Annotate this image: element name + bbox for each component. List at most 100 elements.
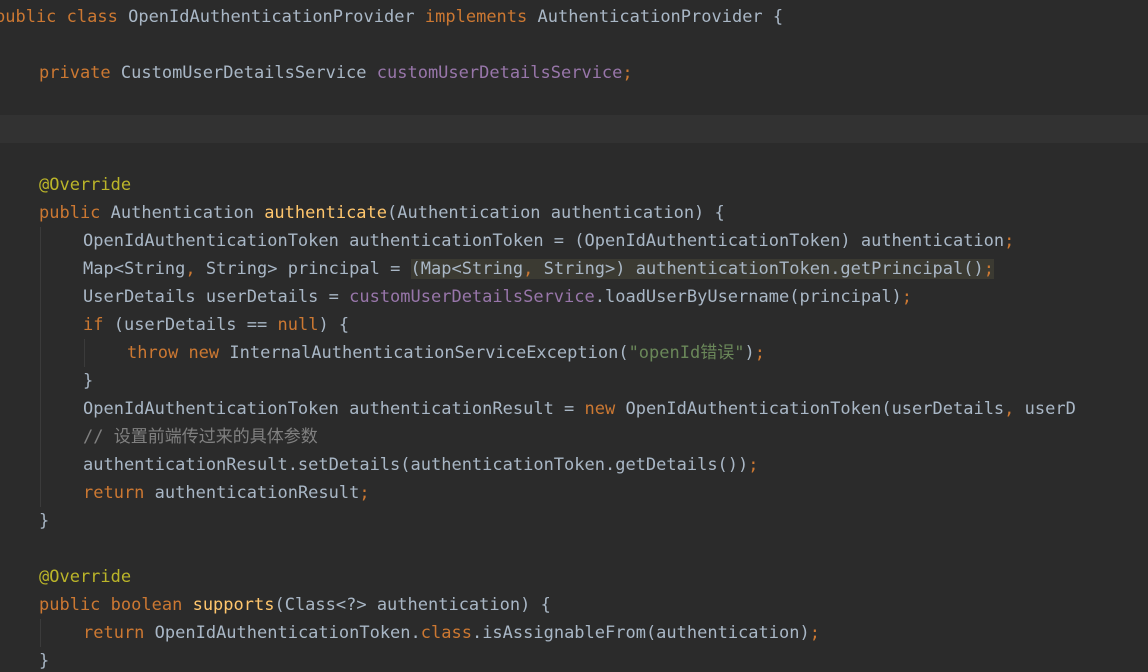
- code-token: OpenIdAuthenticationToken authentication…: [83, 231, 1005, 251]
- code-line[interactable]: throw new InternalAuthenticationServiceE…: [0, 339, 1148, 367]
- code-line[interactable]: @Override: [0, 171, 1148, 199]
- code-line[interactable]: if (userDetails == null) {: [0, 311, 1148, 339]
- code-token: OpenIdAuthenticationProvider: [117, 7, 425, 27]
- code-token: }: [39, 511, 50, 531]
- code-token: public: [0, 7, 57, 27]
- code-line[interactable]: }: [0, 647, 1148, 672]
- code-token: return: [83, 623, 145, 643]
- indent-guide: [40, 227, 41, 507]
- code-line-text: private CustomUserDetailsService customU…: [39, 59, 633, 87]
- code-line-text: if (userDetails == null) {: [83, 311, 349, 339]
- code-line-text: }: [83, 367, 93, 395]
- code-line[interactable]: private CustomUserDetailsService customU…: [0, 59, 1148, 87]
- code-line-text: return OpenIdAuthenticationToken.class.i…: [83, 619, 820, 647]
- code-token: ;: [748, 455, 759, 475]
- code-token: @Override: [39, 175, 132, 195]
- code-token: ,: [523, 259, 534, 279]
- code-token: implements: [424, 7, 528, 27]
- code-line[interactable]: [0, 87, 1148, 115]
- code-token: @Override: [39, 567, 132, 587]
- code-line-text: OpenIdAuthenticationToken authentication…: [83, 227, 1014, 255]
- code-line-text: @Override: [39, 563, 131, 591]
- code-token: if: [83, 315, 104, 335]
- code-token: (Map<String: [410, 259, 524, 279]
- code-token: OpenIdAuthenticationToken.: [144, 623, 421, 643]
- code-token: ) {: [318, 315, 350, 335]
- indent-guide: [40, 619, 41, 647]
- code-token: (userDetails ==: [103, 315, 278, 335]
- code-token: new: [584, 399, 616, 419]
- code-line-text: public boolean supports(Class<?> authent…: [39, 591, 551, 619]
- code-line[interactable]: public class OpenIdAuthenticationProvide…: [0, 3, 1148, 31]
- code-line-text: public class OpenIdAuthenticationProvide…: [0, 3, 783, 31]
- code-token: Map<String: [83, 259, 186, 279]
- code-token: UserDetails userDetails =: [83, 287, 350, 307]
- code-line[interactable]: [0, 31, 1148, 59]
- code-token: OpenIdAuthenticationToken(userDetails: [615, 399, 1005, 419]
- code-token: null: [277, 315, 319, 335]
- code-token: ;: [1004, 231, 1015, 251]
- code-line-text: // 设置前端传过来的具体参数: [83, 423, 318, 451]
- code-line[interactable]: [0, 535, 1148, 563]
- code-line[interactable]: public boolean supports(Class<?> authent…: [0, 591, 1148, 619]
- code-line-text: throw new InternalAuthenticationServiceE…: [127, 339, 765, 367]
- code-token: // 设置前端传过来的具体参数: [83, 427, 318, 447]
- code-token: ,: [1004, 399, 1015, 419]
- indent-guide: [84, 339, 85, 367]
- code-token: class: [420, 623, 472, 643]
- code-token: authenticationResult: [144, 483, 360, 503]
- code-token: ;: [983, 259, 994, 279]
- code-token: AuthenticationProvider {: [527, 7, 784, 27]
- code-token: ;: [754, 343, 765, 363]
- code-line[interactable]: return authenticationResult;: [0, 479, 1148, 507]
- code-line-text: public Authentication authenticate(Authe…: [39, 199, 725, 227]
- code-line[interactable]: public Authentication authenticate(Authe…: [0, 199, 1148, 227]
- code-line[interactable]: UserDetails userDetails = customUserDeta…: [0, 283, 1148, 311]
- code-token: customUserDetailsService: [376, 63, 623, 83]
- code-token: new: [188, 343, 220, 363]
- code-line-text: UserDetails userDetails = customUserDeta…: [83, 283, 912, 311]
- code-token: public: [39, 203, 101, 223]
- code-token: ;: [359, 483, 370, 503]
- code-line[interactable]: return OpenIdAuthenticationToken.class.i…: [0, 619, 1148, 647]
- code-line[interactable]: Map<String, String> principal = (Map<Str…: [0, 255, 1148, 283]
- code-token: (Class<?> authentication) {: [274, 595, 551, 615]
- code-token: public: [39, 595, 101, 615]
- code-line-text: return authenticationResult;: [83, 479, 370, 507]
- code-line[interactable]: }: [0, 367, 1148, 395]
- code-token: userD: [1014, 399, 1076, 419]
- code-line[interactable]: [0, 143, 1148, 171]
- code-token: "openId错误": [628, 343, 745, 363]
- code-token: authenticate: [264, 203, 388, 223]
- code-line[interactable]: OpenIdAuthenticationToken authentication…: [0, 227, 1148, 255]
- code-line[interactable]: authenticationResult.setDetails(authenti…: [0, 451, 1148, 479]
- code-line[interactable]: [0, 115, 1148, 143]
- code-editor[interactable]: public class OpenIdAuthenticationProvide…: [0, 0, 1148, 672]
- code-token: String> principal =: [195, 259, 411, 279]
- code-token: return: [83, 483, 145, 503]
- code-line-text: }: [39, 507, 49, 535]
- code-token: class: [66, 7, 118, 27]
- code-token: .isAssignableFrom(authentication): [471, 623, 810, 643]
- code-token: OpenIdAuthenticationToken authentication…: [83, 399, 585, 419]
- code-token: ): [744, 343, 755, 363]
- code-token: }: [83, 371, 94, 391]
- code-token: (Authentication authentication) {: [387, 203, 725, 223]
- code-token: .loadUserByUsername(principal): [594, 287, 902, 307]
- code-line[interactable]: // 设置前端传过来的具体参数: [0, 423, 1148, 451]
- code-token: authenticationResult.setDetails(authenti…: [83, 455, 749, 475]
- code-token: }: [39, 651, 50, 671]
- code-line-text: Map<String, String> principal = (Map<Str…: [83, 255, 994, 283]
- code-token: ,: [185, 259, 196, 279]
- code-line-text: OpenIdAuthenticationToken authentication…: [83, 395, 1076, 423]
- code-line[interactable]: }: [0, 507, 1148, 535]
- code-line[interactable]: @Override: [0, 563, 1148, 591]
- code-line[interactable]: OpenIdAuthenticationToken authentication…: [0, 395, 1148, 423]
- code-token: CustomUserDetailsService: [110, 63, 377, 83]
- code-token: customUserDetailsService: [349, 287, 595, 307]
- code-token: private: [39, 63, 111, 83]
